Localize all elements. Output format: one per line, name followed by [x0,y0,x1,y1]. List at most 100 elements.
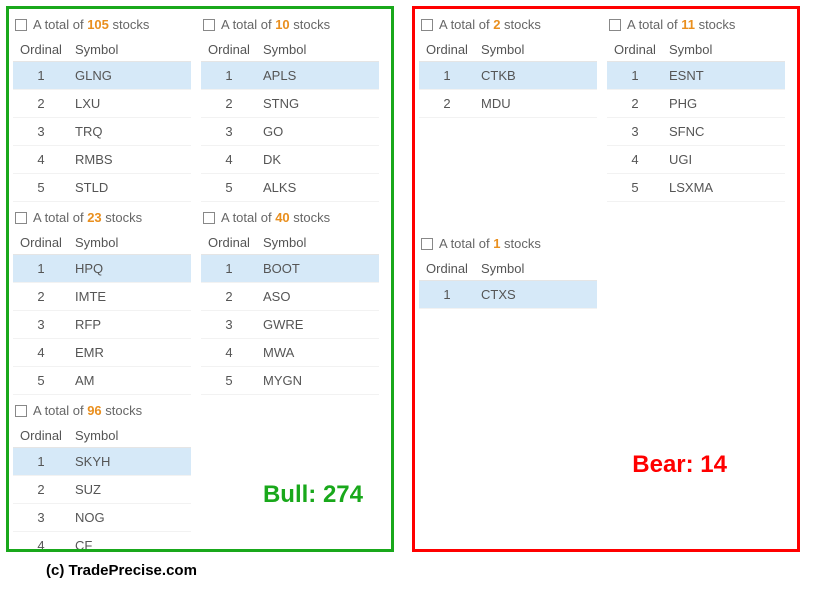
total-text: A total of 1 stocks [439,236,541,251]
table-row[interactable]: 4EMR [13,339,191,367]
table-row[interactable]: 1GLNG [13,62,191,90]
col-ordinal[interactable]: Ordinal [201,231,257,255]
table-row[interactable]: 2STNG [201,90,379,118]
select-checkbox[interactable] [421,238,433,250]
cell-symbol: TRQ [69,118,191,146]
cell-ordinal: 5 [13,174,69,202]
col-ordinal[interactable]: Ordinal [13,424,69,448]
cell-symbol: NOG [69,504,191,532]
bear-summary-label: Bear: [632,451,693,478]
select-checkbox[interactable] [15,19,27,31]
total-row: A total of 1 stocks [419,232,597,257]
col-symbol[interactable]: Symbol [257,38,379,62]
table-row[interactable]: 3SFNC [607,118,785,146]
table-row[interactable]: 4UGI [607,146,785,174]
table-row[interactable]: 4MWA [201,339,379,367]
table-row[interactable]: 2IMTE [13,283,191,311]
col-symbol[interactable]: Symbol [69,38,191,62]
cell-ordinal: 5 [13,367,69,395]
select-checkbox[interactable] [203,212,215,224]
bull-grid: A total of 105 stocksOrdinalSymbol1GLNG2… [13,13,387,552]
table-row[interactable]: 2PHG [607,90,785,118]
cell-ordinal: 4 [13,146,69,174]
select-checkbox[interactable] [15,405,27,417]
col-symbol[interactable]: Symbol [663,38,785,62]
table-row[interactable]: 1SKYH [13,448,191,476]
cell-ordinal: 5 [201,174,257,202]
col-ordinal[interactable]: Ordinal [201,38,257,62]
col-ordinal[interactable]: Ordinal [607,38,663,62]
cell-ordinal: 5 [201,367,257,395]
bear-block-1: A total of 11 stocksOrdinalSymbol1ESNT2P… [607,13,785,228]
cell-symbol: ALKS [257,174,379,202]
cell-symbol: GLNG [69,62,191,90]
table-row[interactable]: 1CTXS [419,281,597,309]
table-row[interactable]: 3GWRE [201,311,379,339]
table-row[interactable]: 5MYGN [201,367,379,395]
stock-table: OrdinalSymbol1SKYH2SUZ3NOG4CF5EXEL [13,424,191,552]
bull-summary-value: 274 [323,481,363,508]
bear-grid: A total of 2 stocksOrdinalSymbol1CTKB2MD… [419,13,793,309]
cell-symbol: MYGN [257,367,379,395]
select-checkbox[interactable] [609,19,621,31]
cell-symbol: APLS [257,62,379,90]
col-symbol[interactable]: Symbol [475,38,597,62]
table-row[interactable]: 1HPQ [13,255,191,283]
col-ordinal[interactable]: Ordinal [13,38,69,62]
cell-ordinal: 2 [13,90,69,118]
table-row[interactable]: 3RFP [13,311,191,339]
table-row[interactable]: 2SUZ [13,476,191,504]
table-row[interactable]: 1APLS [201,62,379,90]
cell-symbol: SKYH [69,448,191,476]
cell-ordinal: 2 [419,90,475,118]
table-row[interactable]: 5AM [13,367,191,395]
table-row[interactable]: 1ESNT [607,62,785,90]
cell-symbol: BOOT [257,255,379,283]
table-row[interactable]: 5LSXMA [607,174,785,202]
select-checkbox[interactable] [203,19,215,31]
bear-panel: A total of 2 stocksOrdinalSymbol1CTKB2MD… [412,6,800,552]
table-row[interactable]: 4CF [13,532,191,553]
col-symbol[interactable]: Symbol [475,257,597,281]
col-symbol[interactable]: Symbol [69,231,191,255]
table-row[interactable]: 1BOOT [201,255,379,283]
table-row[interactable]: 4RMBS [13,146,191,174]
table-row[interactable]: 5ALKS [201,174,379,202]
cell-symbol: GO [257,118,379,146]
bull-panel: A total of 105 stocksOrdinalSymbol1GLNG2… [6,6,394,552]
table-row[interactable]: 2LXU [13,90,191,118]
table-row[interactable]: 3GO [201,118,379,146]
footer-credit: (c) TradePrecise.com [46,562,813,579]
total-text: A total of 23 stocks [33,210,142,225]
cell-ordinal: 1 [13,62,69,90]
table-row[interactable]: 3TRQ [13,118,191,146]
select-checkbox[interactable] [421,19,433,31]
bear-block-2: A total of 1 stocks OrdinalSymbol1CTXS [419,232,597,309]
col-symbol[interactable]: Symbol [69,424,191,448]
total-row: A total of 10 stocks [201,13,379,38]
bull-summary-label: Bull: [263,481,316,508]
cell-symbol: ASO [257,283,379,311]
table-row[interactable]: 2ASO [201,283,379,311]
col-ordinal[interactable]: Ordinal [419,38,475,62]
cell-ordinal: 1 [13,448,69,476]
cell-symbol: STNG [257,90,379,118]
cell-ordinal: 1 [419,62,475,90]
cell-symbol: MWA [257,339,379,367]
col-ordinal[interactable]: Ordinal [13,231,69,255]
table-row[interactable]: 4DK [201,146,379,174]
stock-table: OrdinalSymbol1ESNT2PHG3SFNC4UGI5LSXMA [607,38,785,202]
cell-ordinal: 3 [13,504,69,532]
table-row[interactable]: 5STLD [13,174,191,202]
cell-ordinal: 1 [419,281,475,309]
select-checkbox[interactable] [15,212,27,224]
col-symbol[interactable]: Symbol [257,231,379,255]
table-row[interactable]: 1CTKB [419,62,597,90]
table-row[interactable]: 3NOG [13,504,191,532]
table-row[interactable]: 2MDU [419,90,597,118]
col-ordinal[interactable]: Ordinal [419,257,475,281]
bull-block-2: A total of 23 stocks OrdinalSymbol1HPQ2IM… [13,206,191,395]
cell-ordinal: 3 [201,118,257,146]
cell-symbol: SFNC [663,118,785,146]
bear-summary: Bear: 14 [632,451,727,479]
